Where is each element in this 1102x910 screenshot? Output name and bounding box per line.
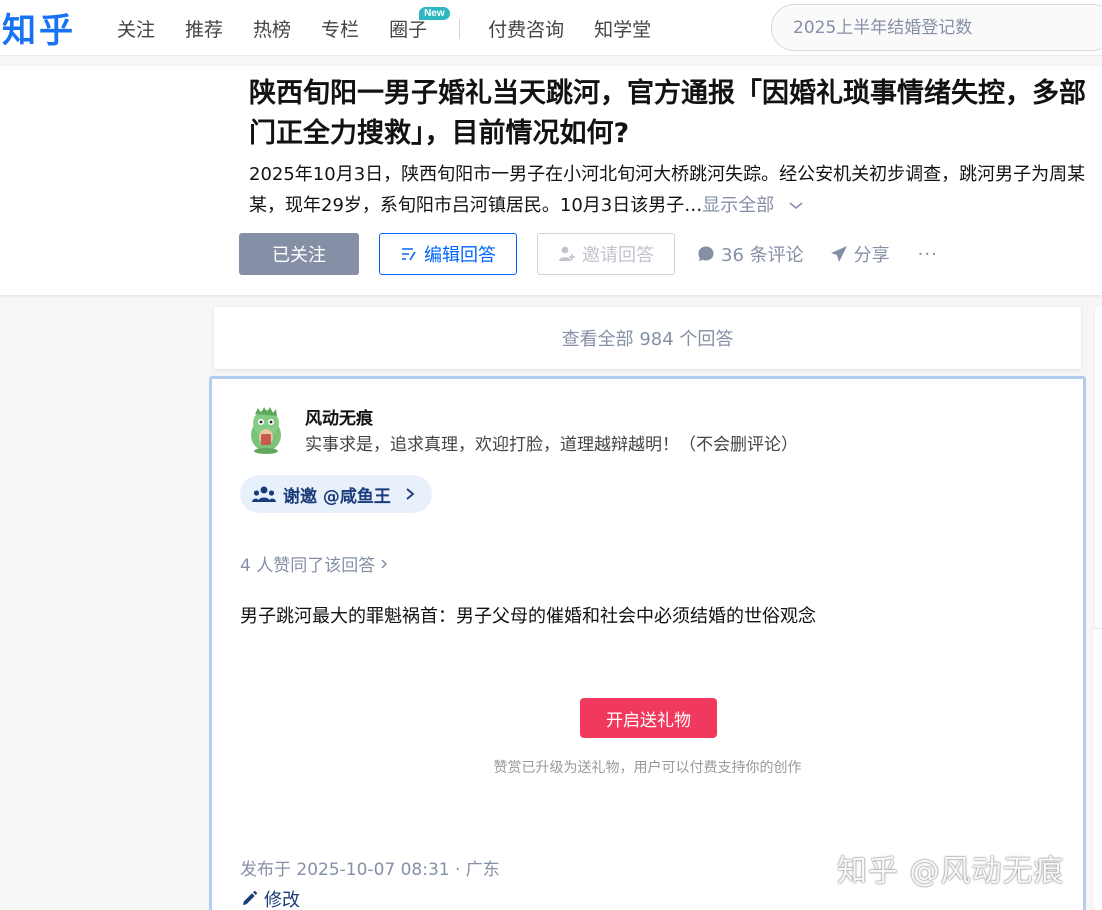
comments-label: 36 条评论	[721, 245, 804, 266]
nav-paid-consult[interactable]: 付费咨询	[488, 15, 564, 42]
paper-plane-icon	[830, 246, 847, 262]
watermark: 知乎 @风动无痕	[837, 854, 1065, 889]
thanks-invite-pill[interactable]: 谢邀 @咸鱼王	[240, 475, 432, 513]
answer-card: 风动无痕 实事求是，追求真理，欢迎打脸，道理越辩越明！（不会删评论） 谢邀 @咸…	[209, 376, 1086, 910]
avatar[interactable]	[241, 404, 291, 454]
add-user-icon	[559, 246, 575, 261]
more-options-button[interactable]: ···	[918, 244, 938, 265]
comments-button[interactable]: 36 条评论	[697, 241, 804, 267]
edit-label: 修改	[264, 890, 300, 910]
right-sidebar-edge-lower	[1094, 628, 1102, 910]
group-icon	[252, 486, 276, 502]
comment-bubble-icon	[698, 246, 714, 262]
search-box[interactable]	[771, 4, 1102, 51]
nav-columns[interactable]: 专栏	[321, 15, 359, 42]
nav-recommend[interactable]: 推荐	[185, 15, 223, 42]
edit-list-icon	[402, 248, 416, 261]
question-detail-text: 2025年10月3日，陕西旬阳市一男子在小河北旬河大桥跳河失踪。经公安机关初步调…	[249, 164, 1086, 216]
question-detail: 2025年10月3日，陕西旬阳市一男子在小河北旬河大桥跳河失踪。经公安机关初步调…	[249, 159, 1089, 221]
author-bio: 实事求是，追求真理，欢迎打脸，道理越辩越明！（不会删评论）	[305, 435, 798, 455]
show-all-link[interactable]: 显示全部	[702, 195, 804, 216]
thanks-label: 谢邀 @咸鱼王	[283, 486, 391, 507]
share-button[interactable]: 分享	[830, 241, 890, 267]
zhihu-logo[interactable]: 知乎	[2, 3, 76, 52]
chevron-down-icon	[789, 202, 803, 210]
invite-answer-button[interactable]: 邀请回答	[537, 233, 675, 275]
top-navigation: 知乎 关注 推荐 热榜 专栏 圈子 New 付费咨询 知学堂	[0, 0, 1102, 56]
pencil-icon	[243, 891, 257, 905]
nav-circles-label: 圈子	[389, 19, 428, 41]
edit-answer-button[interactable]: 编辑回答	[379, 233, 517, 275]
edit-answer-label: 编辑回答	[424, 245, 496, 266]
nav-links: 关注 推荐 热榜 专栏 圈子 New 付费咨询 知学堂	[117, 7, 651, 42]
publish-time[interactable]: 发布于 2025-10-07 08:31 · 广东	[240, 855, 500, 880]
author-name[interactable]: 风动无痕	[305, 404, 373, 429]
enable-gifts-button[interactable]: 开启送礼物	[580, 698, 717, 738]
followed-button[interactable]: 已关注	[239, 233, 359, 275]
question-actions: 已关注 编辑回答 邀请回答 36 条评论 分享 ···	[239, 233, 938, 275]
show-all-label: 显示全部	[702, 195, 775, 216]
nav-zhixuetang[interactable]: 知学堂	[594, 15, 651, 42]
nav-divider	[459, 18, 461, 39]
gift-note: 赞赏已升级为送礼物，用户可以付费支持你的创作	[493, 760, 802, 776]
nav-hot-list[interactable]: 热榜	[253, 15, 291, 42]
likes-count-label: 4 人赞同了该回答	[240, 556, 376, 576]
likes-count-link[interactable]: 4 人赞同了该回答	[240, 551, 389, 576]
chevron-right-icon	[381, 558, 388, 569]
question-header: 陕西旬阳一男子婚礼当天跳河，官方通报「因婚礼琐事情绪失控，多部门正全力搜救」，目…	[0, 66, 1102, 295]
question-title[interactable]: 陕西旬阳一男子婚礼当天跳河，官方通报「因婚礼琐事情绪失控，多部门正全力搜救」，目…	[249, 74, 1089, 154]
answer-content: 男子跳河最大的罪魁祸首：男子父母的催婚和社会中必须结婚的世俗观念	[240, 606, 816, 627]
chevron-right-icon	[406, 488, 415, 500]
share-label: 分享	[853, 245, 890, 266]
nav-follow[interactable]: 关注	[117, 15, 155, 42]
view-all-answers-button[interactable]: 查看全部 984 个回答	[214, 307, 1081, 369]
new-badge: New	[419, 7, 450, 20]
nav-circles[interactable]: 圈子 New	[389, 7, 450, 42]
invite-answer-label: 邀请回答	[582, 245, 654, 266]
search-input[interactable]	[793, 17, 1093, 38]
edit-answer-link[interactable]: 修改	[240, 886, 300, 910]
